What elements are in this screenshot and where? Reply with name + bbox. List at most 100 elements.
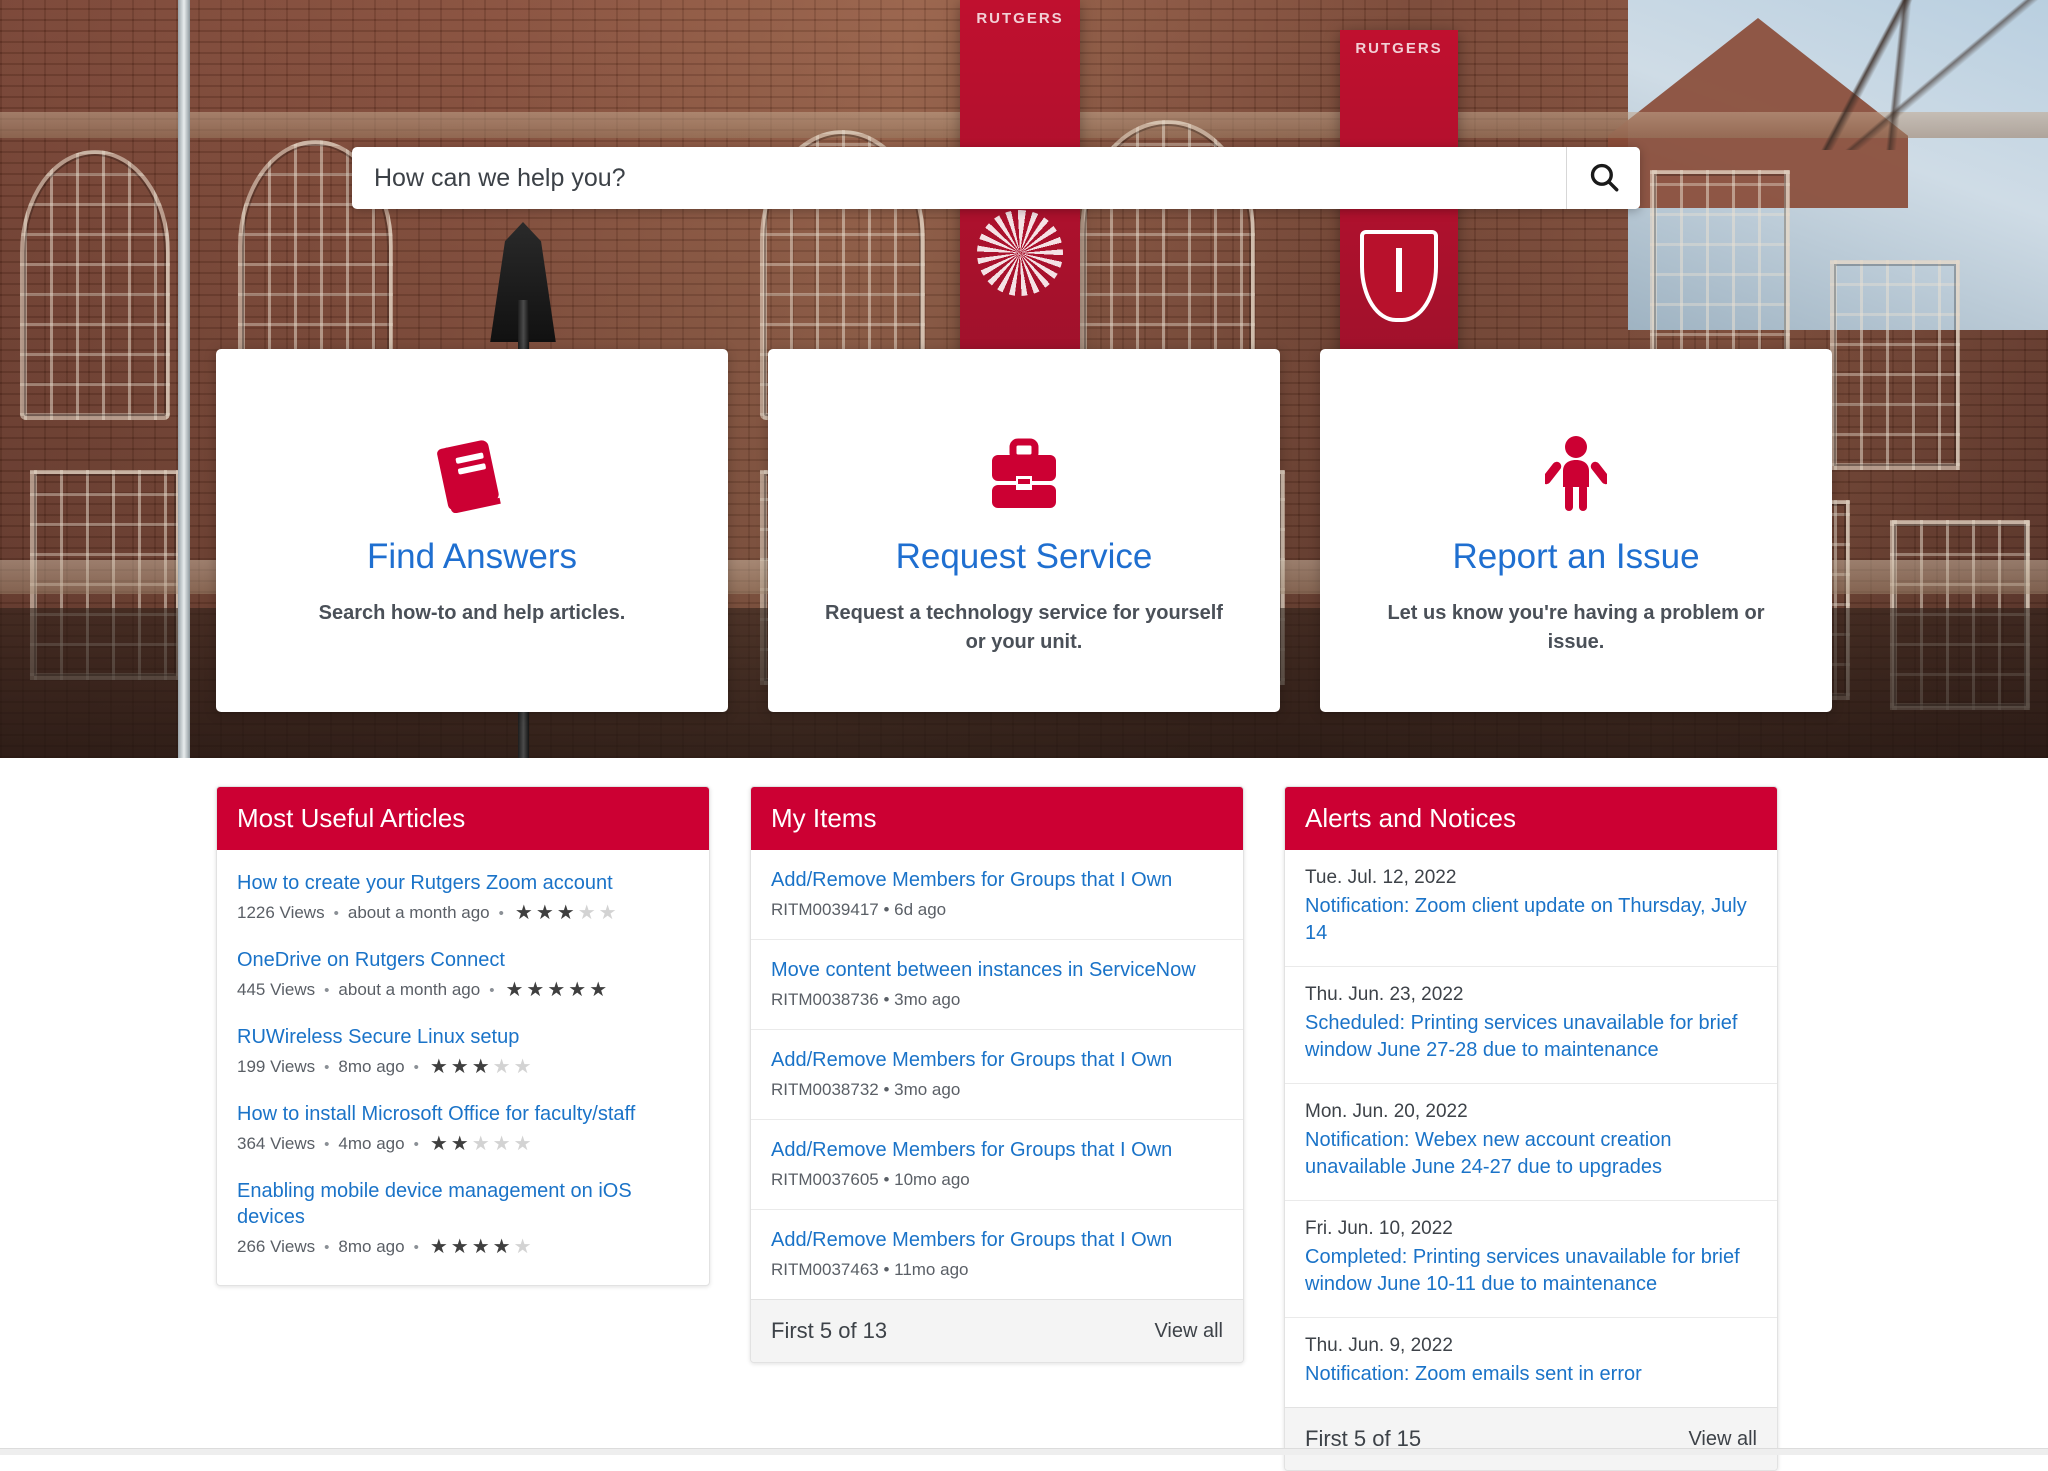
alert-date: Thu. Jun. 23, 2022 — [1305, 984, 1757, 1006]
item-title-link[interactable]: Add/Remove Members for Groups that I Own — [771, 1047, 1223, 1074]
article-age: 8mo ago — [338, 1237, 404, 1257]
star-icon: ★ — [493, 1057, 511, 1077]
flag-pole — [178, 0, 190, 758]
star-icon: ★ — [451, 1237, 469, 1257]
star-icon: ★ — [451, 1134, 469, 1154]
star-icon: ★ — [589, 980, 607, 1000]
card-request-service[interactable]: Request Service Request a technology ser… — [768, 349, 1280, 712]
article-title-link[interactable]: Enabling mobile device management on iOS… — [237, 1178, 689, 1230]
article-title-link[interactable]: How to install Microsoft Office for facu… — [237, 1101, 689, 1127]
search-input[interactable] — [352, 147, 1566, 209]
list-item: Fri. Jun. 10, 2022 Completed: Printing se… — [1285, 1201, 1777, 1318]
article-title-link[interactable]: RUWireless Secure Linux setup — [237, 1024, 689, 1050]
banner-wordmark: RUTGERS — [976, 10, 1063, 27]
panel-title: Alerts and Notices — [1285, 787, 1777, 850]
alert-title-link[interactable]: Notification: Zoom client update on Thur… — [1305, 893, 1757, 947]
search-bar — [352, 147, 1640, 209]
article-item: RUWireless Secure Linux setup199 Views•8… — [237, 1010, 689, 1087]
item-title-link[interactable]: Move content between instances in Servic… — [771, 957, 1223, 984]
item-meta: RITM0037605 • 10mo ago — [771, 1170, 1223, 1190]
item-title-link[interactable]: Add/Remove Members for Groups that I Own — [771, 1227, 1223, 1254]
star-icon: ★ — [493, 1134, 511, 1154]
article-item: How to create your Rutgers Zoom account1… — [237, 856, 689, 933]
separator-dot: • — [324, 982, 329, 999]
alert-title-link[interactable]: Notification: Zoom emails sent in error — [1305, 1361, 1757, 1388]
list-item: Mon. Jun. 20, 2022 Notification: Webex ne… — [1285, 1084, 1777, 1201]
banner-wordmark: RUTGERS — [1355, 40, 1442, 57]
article-item: Enabling mobile device management on iOS… — [237, 1164, 689, 1267]
star-icon: ★ — [578, 903, 596, 923]
panel-title: Most Useful Articles — [217, 787, 709, 850]
star-icon: ★ — [505, 980, 523, 1000]
article-age: about a month ago — [348, 903, 490, 923]
separator-dot: • — [499, 905, 504, 922]
card-title: Find Answers — [367, 537, 577, 577]
alert-date: Fri. Jun. 10, 2022 — [1305, 1218, 1757, 1240]
tree-branches — [1708, 0, 2038, 150]
article-item: How to install Microsoft Office for facu… — [237, 1087, 689, 1164]
card-title: Request Service — [896, 537, 1153, 577]
star-icon: ★ — [514, 1057, 532, 1077]
card-find-answers[interactable]: Find Answers Search how-to and help arti… — [216, 349, 728, 712]
article-title-link[interactable]: OneDrive on Rutgers Connect — [237, 947, 689, 973]
star-icon: ★ — [514, 1237, 532, 1257]
alert-title-link[interactable]: Completed: Printing services unavailable… — [1305, 1244, 1757, 1298]
search-button[interactable] — [1566, 147, 1640, 209]
item-title-link[interactable]: Add/Remove Members for Groups that I Own — [771, 1137, 1223, 1164]
star-rating: ★★★★★ — [515, 903, 617, 923]
window — [1830, 260, 1960, 470]
item-title-link[interactable]: Add/Remove Members for Groups that I Own — [771, 867, 1223, 894]
item-meta: RITM0037463 • 11mo ago — [771, 1260, 1223, 1280]
star-icon: ★ — [515, 903, 533, 923]
my-items-list: Add/Remove Members for Groups that I Own… — [751, 850, 1243, 1299]
article-views: 266 Views — [237, 1237, 315, 1257]
search-icon — [1587, 160, 1621, 197]
result-count: First 5 of 13 — [771, 1318, 887, 1344]
star-icon: ★ — [568, 980, 586, 1000]
star-icon: ★ — [430, 1237, 448, 1257]
article-title-link[interactable]: How to create your Rutgers Zoom account — [237, 870, 689, 896]
list-item: Add/Remove Members for Groups that I Own… — [751, 1030, 1243, 1120]
star-icon: ★ — [514, 1134, 532, 1154]
alerts-footer: First 5 of 15 View all — [1285, 1407, 1777, 1470]
view-all-link[interactable]: View all — [1154, 1320, 1223, 1343]
article-views: 199 Views — [237, 1057, 315, 1077]
list-item: Add/Remove Members for Groups that I Own… — [751, 1120, 1243, 1210]
star-icon: ★ — [472, 1134, 490, 1154]
article-list: How to create your Rutgers Zoom account 1… — [217, 850, 709, 1285]
alert-title-link[interactable]: Scheduled: Printing services unavailable… — [1305, 1010, 1757, 1064]
star-icon: ★ — [430, 1057, 448, 1077]
list-item: Add/Remove Members for Groups that I Own… — [751, 850, 1243, 940]
list-item: Thu. Jun. 23, 2022 Scheduled: Printing se… — [1285, 967, 1777, 1084]
alert-title-link[interactable]: Notification: Webex new account creation… — [1305, 1127, 1757, 1181]
article-age: about a month ago — [338, 980, 480, 1000]
separator-dot: • — [414, 1059, 419, 1076]
article-views: 364 Views — [237, 1134, 315, 1154]
item-meta: RITM0038732 • 3mo ago — [771, 1080, 1223, 1100]
person-raising-arms-icon — [1545, 435, 1607, 513]
sunburst-emblem — [977, 210, 1063, 296]
separator-dot: • — [414, 1239, 419, 1256]
star-icon: ★ — [557, 903, 575, 923]
dashboard-panels: Most Useful Articles How to create your … — [216, 786, 1782, 1471]
card-title: Report an Issue — [1452, 537, 1699, 577]
panel-my-items: My Items Add/Remove Members for Groups t… — [750, 786, 1244, 1363]
card-report-an-issue[interactable]: Report an Issue Let us know you're havin… — [1320, 349, 1832, 712]
separator-dot: • — [334, 905, 339, 922]
card-description: Request a technology service for yoursel… — [814, 599, 1234, 657]
item-meta: RITM0038736 • 3mo ago — [771, 990, 1223, 1010]
article-item: OneDrive on Rutgers Connect445 Views•abo… — [237, 933, 689, 1010]
panel-most-useful-articles: Most Useful Articles How to create your … — [216, 786, 710, 1286]
star-rating: ★★★★★ — [430, 1057, 532, 1077]
panel-title: My Items — [751, 787, 1243, 850]
quick-action-cards: Find Answers Search how-to and help arti… — [216, 349, 1832, 712]
alert-date: Mon. Jun. 20, 2022 — [1305, 1101, 1757, 1123]
hero-banner: RUTGERS RUTGERS — [0, 0, 2048, 758]
star-icon: ★ — [430, 1134, 448, 1154]
briefcase-icon — [986, 435, 1062, 513]
panel-alerts-and-notices: Alerts and Notices Tue. Jul. 12, 2022 Not… — [1284, 786, 1778, 1471]
star-icon: ★ — [536, 903, 554, 923]
alert-date: Tue. Jul. 12, 2022 — [1305, 867, 1757, 889]
star-icon: ★ — [547, 980, 565, 1000]
list-item: Tue. Jul. 12, 2022 Notification: Zoom cli… — [1285, 850, 1777, 967]
